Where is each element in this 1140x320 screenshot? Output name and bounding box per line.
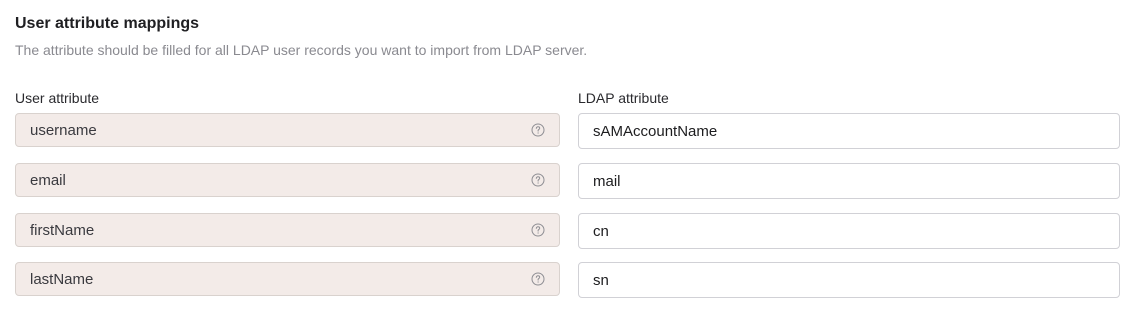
ldap-attribute-input[interactable] <box>578 113 1120 149</box>
section-description: The attribute should be filled for all L… <box>15 42 588 58</box>
mapping-row-lastname: lastName <box>15 262 1121 298</box>
user-attribute-value: firstName <box>30 221 95 239</box>
mapping-row-username: username <box>15 113 1121 149</box>
user-attribute-column-label: User attribute <box>15 90 100 106</box>
question-circle-icon[interactable] <box>530 122 546 138</box>
user-attribute-field: email <box>15 163 560 197</box>
ldap-attribute-input[interactable] <box>578 213 1120 249</box>
user-attribute-field: firstName <box>15 213 560 247</box>
user-attribute-field: username <box>15 113 560 147</box>
ldap-attribute-input[interactable] <box>578 163 1120 199</box>
question-circle-icon[interactable] <box>530 271 546 287</box>
question-circle-icon[interactable] <box>530 222 546 238</box>
question-circle-icon[interactable] <box>530 172 546 188</box>
ldap-attribute-column-label: LDAP attribute <box>578 90 669 106</box>
mapping-row-firstname: firstName <box>15 213 1121 249</box>
user-attribute-value: lastName <box>30 270 94 288</box>
ldap-attribute-input[interactable] <box>578 262 1120 298</box>
user-attribute-value: username <box>30 121 97 139</box>
section-title: User attribute mappings <box>15 15 200 32</box>
user-attribute-field: lastName <box>15 262 560 296</box>
mapping-row-email: email <box>15 163 1121 199</box>
user-attribute-value: email <box>30 171 66 189</box>
